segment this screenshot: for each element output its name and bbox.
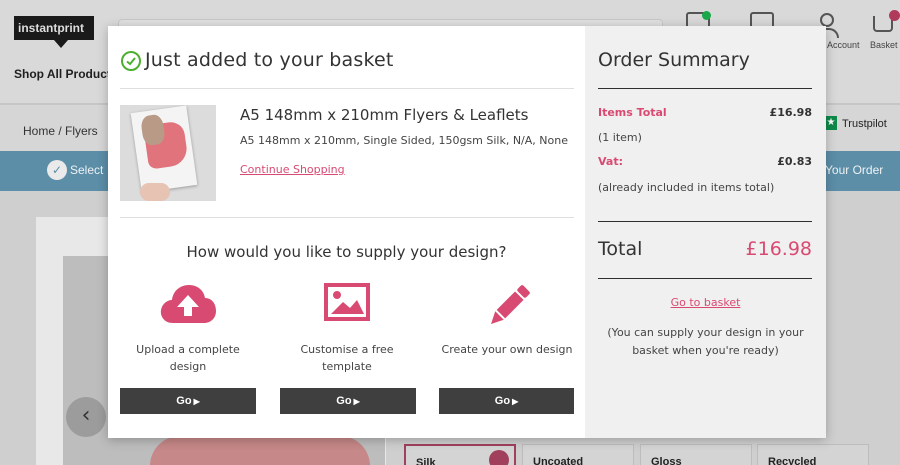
product-name: A5 148mm x 210mm Flyers & Leaflets: [240, 106, 529, 124]
vat-note: (already included in items total): [598, 181, 775, 194]
item-count: (1 item): [598, 131, 642, 144]
product-spec: A5 148mm x 210mm, Single Sided, 150gsm S…: [240, 134, 568, 147]
go-template-button[interactable]: Go ▶: [280, 388, 416, 414]
thumb-hand: [140, 183, 170, 201]
supply-question: How would you like to supply your design…: [186, 243, 507, 261]
cloud-upload-icon: [159, 283, 217, 329]
vat-label: Vat:: [598, 155, 623, 168]
vat-value: £0.83: [777, 155, 812, 168]
order-summary-pane: Order Summary Items Total £16.98 (1 item…: [585, 26, 826, 438]
play-arrow-icon: ▶: [353, 397, 360, 406]
summary-divider: [598, 278, 812, 279]
supply-option-label-create: Create your own design: [441, 343, 573, 356]
play-arrow-icon: ▶: [193, 397, 200, 406]
summary-divider: [598, 88, 812, 89]
pencil-icon: [484, 283, 532, 335]
modal-left-pane: Just added to your basket A5 148mm x 210…: [108, 26, 585, 438]
go-template-button-label: Go: [336, 395, 352, 407]
modal-title: Just added to your basket: [145, 49, 394, 71]
total-label: Total: [598, 238, 643, 260]
summary-divider: [598, 221, 812, 222]
divider: [120, 217, 574, 218]
go-upload-button[interactable]: Go ▶: [120, 388, 256, 414]
basket-note: (You can supply your design in your bask…: [607, 326, 804, 357]
go-to-basket-link[interactable]: Go to basket: [585, 296, 826, 309]
go-create-button[interactable]: Go ▶: [439, 388, 574, 414]
supply-option-label-upload: Upload a complete design: [136, 343, 240, 373]
go-create-button-label: Go: [494, 395, 511, 407]
image-icon: [324, 283, 370, 325]
success-check-icon: [121, 51, 141, 71]
play-arrow-icon: ▶: [512, 397, 519, 406]
go-upload-button-label: Go: [176, 395, 192, 407]
order-summary-title: Order Summary: [598, 49, 750, 71]
items-total-value: £16.98: [769, 106, 812, 119]
added-to-basket-modal: Just added to your basket A5 148mm x 210…: [108, 26, 826, 438]
items-total-label: Items Total: [598, 106, 667, 119]
continue-shopping-link[interactable]: Continue Shopping: [240, 163, 345, 176]
divider: [120, 88, 574, 89]
total-value: £16.98: [745, 238, 812, 260]
supply-option-label-template: Customise a free template: [300, 343, 394, 373]
product-thumbnail: [120, 105, 216, 201]
